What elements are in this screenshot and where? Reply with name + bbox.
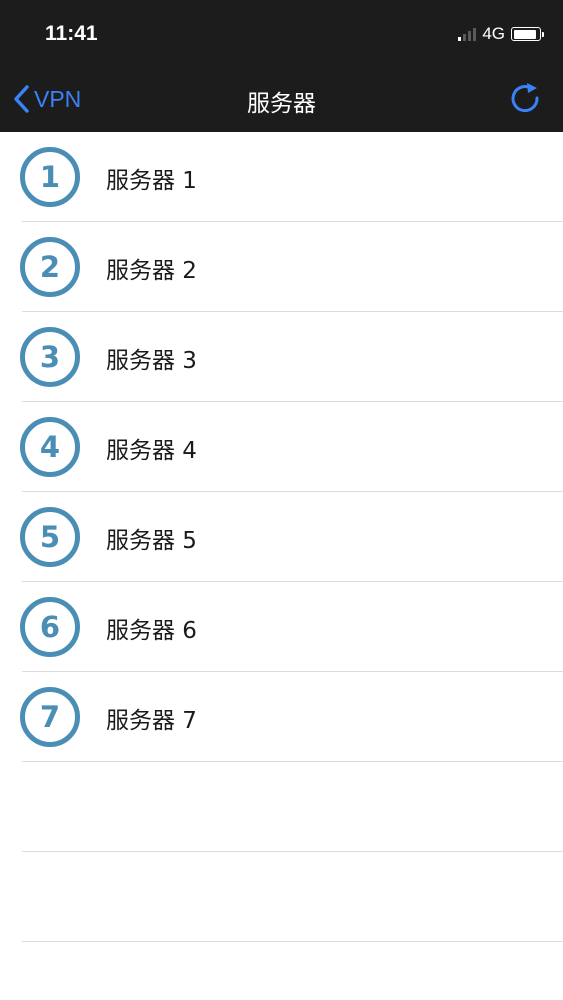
page-title: 服务器 — [247, 91, 316, 117]
status-bar: 11:41 4G — [0, 0, 563, 66]
number-badge-icon: 3 — [20, 327, 80, 387]
refresh-icon[interactable] — [507, 80, 543, 116]
battery-icon — [511, 27, 544, 41]
number-badge-icon: 5 — [20, 507, 80, 567]
server-label: 服务器 5 — [106, 528, 197, 554]
server-row[interactable]: 2 服务器 2 — [0, 222, 563, 312]
server-row[interactable]: 4 服务器 4 — [0, 402, 563, 492]
server-label: 服务器 1 — [106, 168, 197, 194]
navigation-bar: VPN 服务器 — [0, 66, 563, 132]
server-label: 服务器 3 — [106, 348, 197, 374]
server-label: 服务器 4 — [106, 438, 197, 464]
number-badge-icon: 6 — [20, 597, 80, 657]
server-list: 1 服务器 1 2 服务器 2 3 服务器 3 4 服务器 4 5 服务器 5 … — [0, 132, 563, 942]
number-badge-icon: 2 — [20, 237, 80, 297]
server-label: 服务器 2 — [106, 258, 197, 284]
number-badge-icon: 1 — [20, 147, 80, 207]
server-label: 服务器 7 — [106, 708, 197, 734]
signal-icon — [458, 27, 477, 41]
status-indicators: 4G — [458, 24, 544, 43]
server-row[interactable]: 6 服务器 6 — [0, 582, 563, 672]
server-row[interactable]: 1 服务器 1 — [0, 132, 563, 222]
number-badge-icon: 4 — [20, 417, 80, 477]
network-type: 4G — [482, 24, 505, 43]
server-label: 服务器 6 — [106, 618, 197, 644]
number-badge-icon: 7 — [20, 687, 80, 747]
empty-row — [0, 852, 563, 942]
empty-row — [0, 762, 563, 852]
server-row[interactable]: 7 服务器 7 — [0, 672, 563, 762]
status-time: 11:41 — [45, 22, 98, 45]
server-row[interactable]: 5 服务器 5 — [0, 492, 563, 582]
server-row[interactable]: 3 服务器 3 — [0, 312, 563, 402]
